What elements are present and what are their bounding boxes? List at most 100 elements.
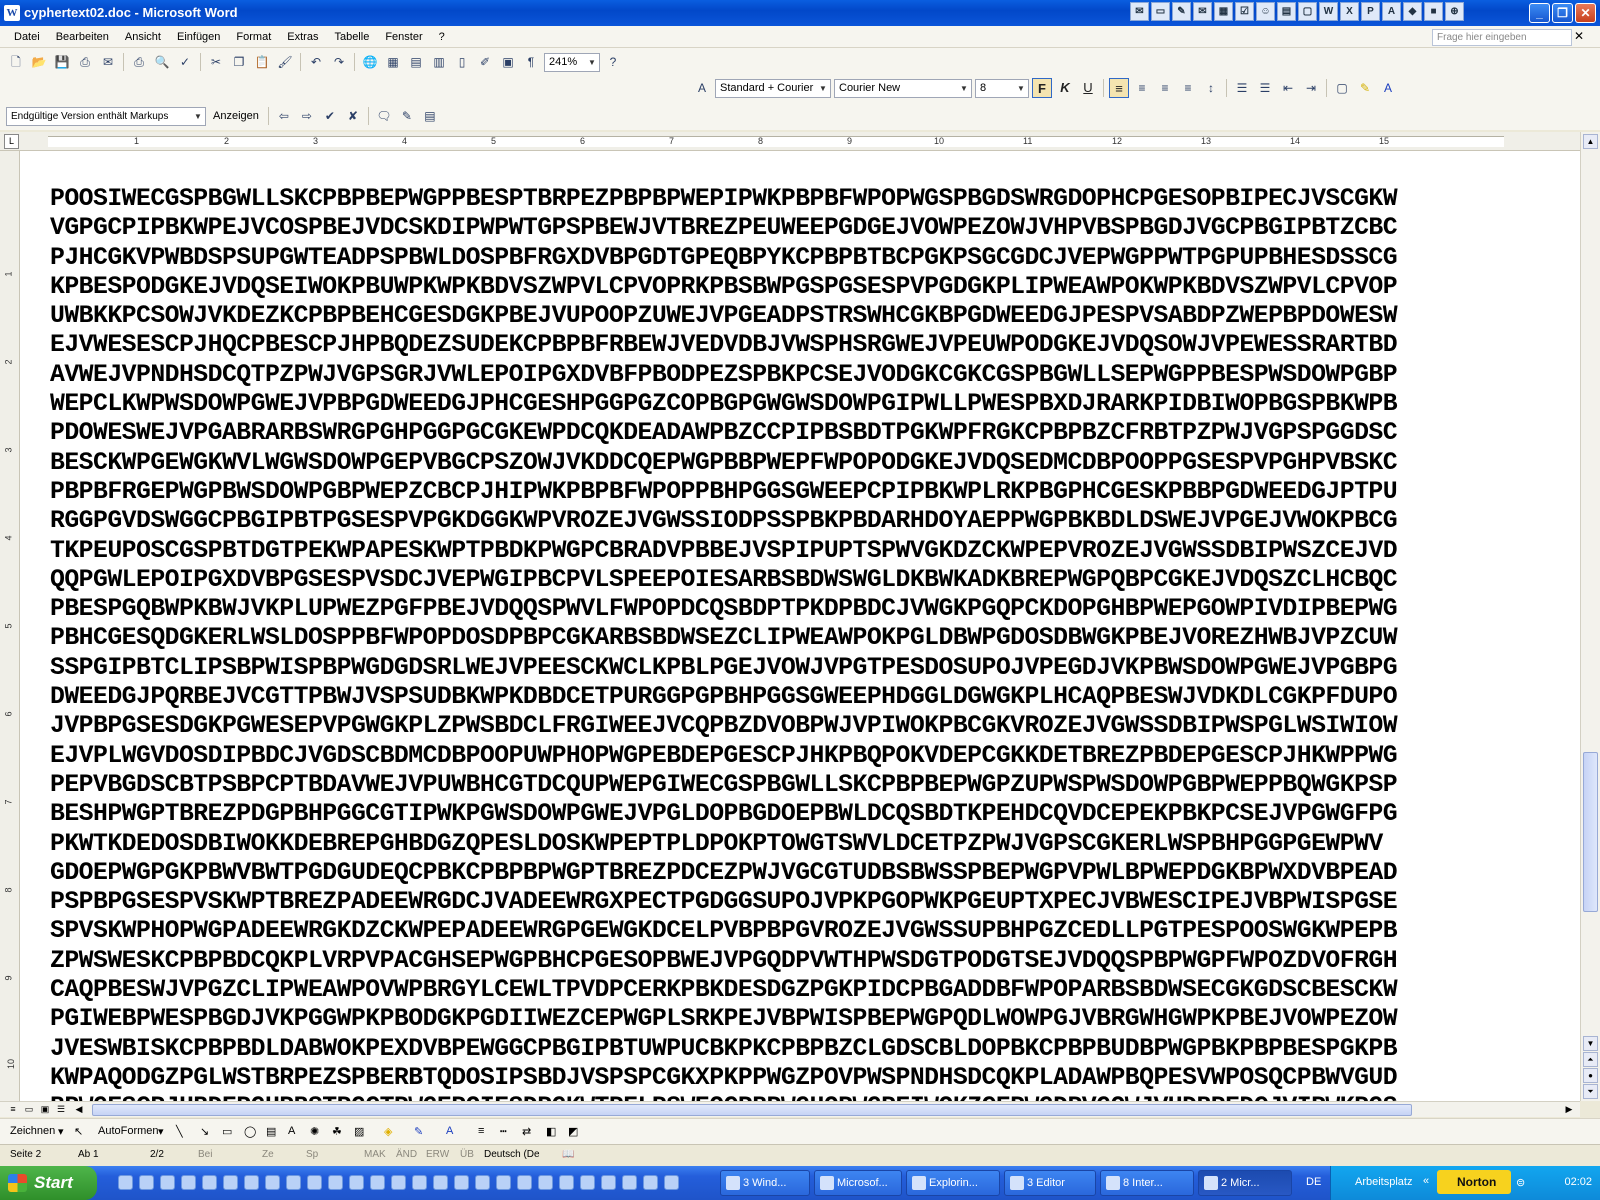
chevron-down-icon[interactable]: ▼ <box>817 81 829 96</box>
document-line[interactable]: PSPBPGSESPVSKWPTBREZPADEEWRGDCJVADEEWRGX… <box>50 888 1398 917</box>
document-line[interactable]: PGIWEBPWESPBGDJVKPGGWPKPBODGKPGDIIWEZCEP… <box>50 1005 1398 1034</box>
document-line[interactable]: TKPEUPOSCGSPBTDGTPEKWPAPESKWPTPBDKPWGPCB… <box>50 537 1398 566</box>
picture-icon[interactable]: ▨ <box>354 1125 364 1138</box>
arrow-icon[interactable]: ↘ <box>200 1125 209 1138</box>
cut-icon[interactable]: ✂ <box>206 52 226 72</box>
task-button[interactable]: 3 Wind... <box>720 1170 810 1196</box>
status-language[interactable]: Deutsch (De <box>484 1149 540 1160</box>
chevron-down-icon[interactable]: ▾ <box>158 1125 164 1138</box>
document-line[interactable]: EJVWESESCPJHQCPBESCPJHPBQDEZSUDEKCPBPBFR… <box>50 331 1398 360</box>
document-line[interactable]: PEPVBGDSCBTPSBPCPTBDAVWEJVPUWBHCGTDCQUPW… <box>50 771 1398 800</box>
document-line[interactable]: PKWTKDEDOSDBIWOKKDEBREPGHBDGZQPESLDOSKWP… <box>50 830 1397 859</box>
dash-style-icon[interactable]: ┅ <box>500 1125 507 1138</box>
align-center-icon[interactable]: ≡ <box>1132 78 1152 98</box>
document-line[interactable]: KWPAQODGZPGLWSTBRPEZSPBERBTQDOSIPSBDJVSP… <box>50 1064 1398 1093</box>
drawing-icon[interactable]: ✐ <box>475 52 495 72</box>
document-line[interactable]: ZPWSWESKCPBPBDCQKPLVRPVPACGHSEPWGPBHCPGE… <box>50 947 1398 976</box>
show-formatting-icon[interactable]: ¶ <box>521 52 541 72</box>
previous-change-icon[interactable]: ⇦ <box>274 106 294 126</box>
menu-einfuegen[interactable]: Einfügen <box>169 26 228 48</box>
help-icon[interactable]: ? <box>603 52 623 72</box>
start-button[interactable]: Start <box>0 1166 97 1200</box>
font-combo[interactable]: Courier New ▼ <box>834 78 972 98</box>
shadow-icon[interactable]: ◧ <box>546 1125 556 1138</box>
undo-icon[interactable]: ↶ <box>306 52 326 72</box>
track-changes-icon[interactable]: ✎ <box>397 106 417 126</box>
bullets-icon[interactable]: ☰ <box>1255 78 1275 98</box>
previous-page-icon[interactable]: ⏶ <box>1583 1052 1598 1067</box>
chevron-down-icon[interactable]: ▼ <box>1015 81 1027 96</box>
language-indicator[interactable]: DE <box>1306 1176 1321 1188</box>
powerpoint-icon[interactable]: P <box>1361 2 1380 21</box>
quicklaunch-icon[interactable] <box>601 1175 616 1190</box>
line-spacing-icon[interactable]: ↕ <box>1201 78 1221 98</box>
insert-comment-icon[interactable]: 🗨 <box>374 106 394 126</box>
quicklaunch-icon[interactable] <box>160 1175 175 1190</box>
vertical-ruler[interactable]: 1 2 3 4 5 6 7 8 9 10 <box>0 151 20 1101</box>
italic-button[interactable]: K <box>1055 78 1075 98</box>
quicklaunch-icon[interactable] <box>559 1175 574 1190</box>
justify-icon[interactable]: ≡ <box>1178 78 1198 98</box>
quicklaunch-icon[interactable] <box>349 1175 364 1190</box>
quicklaunch-icon[interactable] <box>412 1175 427 1190</box>
document-line[interactable]: RGGPGVDSWGGCPBGIPBTPGSESPVPGKDGGKWPVROZE… <box>50 507 1398 536</box>
align-right-icon[interactable]: ≡ <box>1155 78 1175 98</box>
border-icon[interactable]: ▢ <box>1332 78 1352 98</box>
chevron-down-icon[interactable]: ▼ <box>586 55 598 70</box>
quicklaunch-icon[interactable] <box>475 1175 490 1190</box>
folder-icon[interactable]: ▭ <box>1151 2 1170 21</box>
document-line[interactable]: PBESPGQBWPKBWJVKPLUPWEZPGFPBEJVDQQSPWVLF… <box>50 595 1398 624</box>
document-line[interactable]: SSPGIPBTCLIPSBPWISPBPWGDGDSRLWEJVPEESCKW… <box>50 654 1398 683</box>
document-line[interactable]: AVWEJVPNDHSDCQTPZPWJVGPSGRJVWLEPOIPGXDVB… <box>50 361 1398 390</box>
word-icon[interactable]: W <box>1319 2 1338 21</box>
quicklaunch-icon[interactable] <box>265 1175 280 1190</box>
task-button[interactable]: 8 Inter... <box>1100 1170 1194 1196</box>
document-line[interactable]: POOSIWECGSPBGWLLSKCPBPBEPWGPPBESPTBRPEZP… <box>50 185 1398 214</box>
highlight-icon[interactable]: ✎ <box>1355 78 1375 98</box>
chevron-down-icon[interactable]: ▼ <box>958 81 970 96</box>
web-view-icon[interactable]: ▭ <box>22 1103 36 1116</box>
hyperlink-icon[interactable]: 🌐 <box>360 52 380 72</box>
word-app-icon[interactable]: W <box>4 5 20 21</box>
chevron-left-icon[interactable]: « <box>1423 1175 1429 1187</box>
increase-indent-icon[interactable]: ⇥ <box>1301 78 1321 98</box>
reviewing-pane-icon[interactable]: ▤ <box>420 106 440 126</box>
draw-menu-button[interactable]: Zeichnen <box>10 1125 55 1137</box>
arrow-style-icon[interactable]: ⇄ <box>522 1125 531 1138</box>
menu-fenster[interactable]: Fenster <box>377 26 430 48</box>
autoshapes-menu-button[interactable]: AutoFormen <box>98 1125 159 1137</box>
status-track-changes[interactable]: ÄND <box>396 1149 417 1160</box>
task-button[interactable]: Explorin... <box>906 1170 1000 1196</box>
quicklaunch-icon[interactable] <box>643 1175 658 1190</box>
tab-selector[interactable]: L <box>4 134 19 149</box>
quicklaunch-icon[interactable] <box>370 1175 385 1190</box>
textbox-icon[interactable]: ▤ <box>266 1125 276 1138</box>
print-view-icon[interactable]: ▣ <box>38 1103 52 1116</box>
menu-datei[interactable]: Datei <box>6 26 48 48</box>
volume-icon[interactable]: ⊜ <box>1516 1176 1525 1189</box>
quicklaunch-icon[interactable] <box>286 1175 301 1190</box>
document-text[interactable]: POOSIWECGSPBGWLLSKCPBPBEPWGPPBESPTBRPEZP… <box>50 185 1398 1101</box>
decrease-indent-icon[interactable]: ⇤ <box>1278 78 1298 98</box>
line-color-icon[interactable]: ✎ <box>414 1125 423 1138</box>
next-page-icon[interactable]: ⏷ <box>1583 1084 1598 1099</box>
numbering-icon[interactable]: ☰ <box>1232 78 1252 98</box>
menu-tabelle[interactable]: Tabelle <box>326 26 377 48</box>
task-button[interactable]: 3 Editor <box>1004 1170 1096 1196</box>
status-extend[interactable]: ERW <box>426 1149 449 1160</box>
tables-borders-icon[interactable]: ▦ <box>383 52 403 72</box>
calendar-icon[interactable]: ▦ <box>1214 2 1233 21</box>
help-search-input[interactable]: Frage hier eingeben <box>1432 29 1572 46</box>
document-line[interactable]: EJVPLWGVDOSDIPBDCJVGDSCBDMCDBPOOPUWPHOPW… <box>50 742 1398 771</box>
binder-icon[interactable]: ◆ <box>1403 2 1422 21</box>
print-preview-icon[interactable]: 🔍 <box>152 52 172 72</box>
contacts-icon[interactable]: ☺ <box>1256 2 1275 21</box>
document-line[interactable]: VGPGCPIPBKWPEJVCOSPBEJVDCSKDIPWPWTGPSPBE… <box>50 214 1398 243</box>
chevron-down-icon[interactable]: ▼ <box>192 109 204 124</box>
close-button[interactable]: ✕ <box>1575 3 1596 23</box>
access-icon[interactable]: A <box>1382 2 1401 21</box>
normal-view-icon[interactable]: ≡ <box>6 1103 20 1116</box>
document-close-icon[interactable]: ✕ <box>1574 29 1584 43</box>
columns-icon[interactable]: ▯ <box>452 52 472 72</box>
quicklaunch-icon[interactable] <box>181 1175 196 1190</box>
